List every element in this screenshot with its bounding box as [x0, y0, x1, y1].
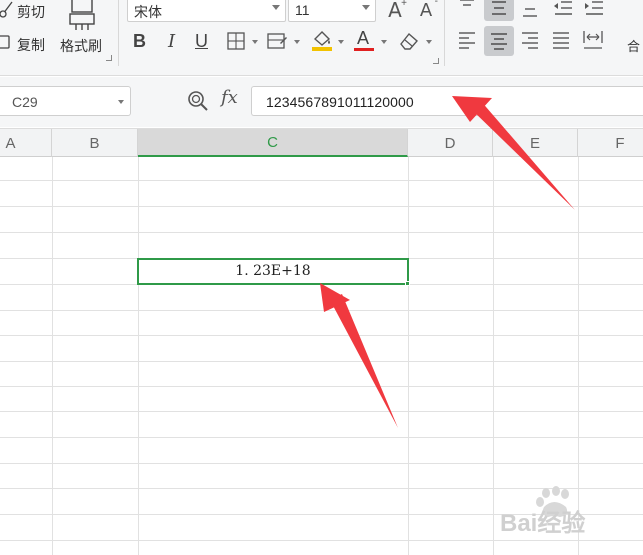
copy-button[interactable]: 复制 — [17, 35, 45, 55]
group-divider — [118, 0, 119, 66]
gridline — [0, 310, 643, 311]
format-painter-icon[interactable] — [67, 0, 97, 30]
cut-button[interactable]: 剪切 — [17, 2, 45, 22]
gridline — [138, 157, 139, 555]
gridline — [0, 335, 643, 336]
fill-color-icon[interactable] — [310, 28, 334, 52]
increase-indent-icon[interactable] — [583, 0, 605, 18]
group-divider — [444, 0, 445, 66]
fill-color-dropdown-icon[interactable] — [338, 40, 344, 44]
gridline — [0, 540, 643, 541]
column-header-d[interactable]: D — [408, 129, 493, 157]
gridline — [0, 361, 643, 362]
italic-button[interactable]: I — [168, 31, 175, 52]
font-name-value: 宋体 — [134, 4, 162, 20]
scissors-icon[interactable] — [0, 1, 14, 19]
eraser-icon[interactable] — [397, 30, 421, 52]
gridline — [0, 437, 643, 438]
zoom-search-icon[interactable] — [186, 89, 210, 113]
chevron-down-icon — [272, 5, 280, 10]
baidu-jingyan-watermark: Bai经验 — [470, 485, 620, 537]
column-header-row: A B C D E F — [0, 128, 643, 157]
align-right-icon[interactable] — [520, 30, 540, 50]
copy-icon[interactable] — [0, 34, 12, 50]
clipboard-group-launcher-icon[interactable] — [106, 55, 112, 61]
formula-bar: C29 fx 1234567891011120000 — [0, 77, 643, 127]
gridline — [0, 232, 643, 233]
format-painter-button[interactable]: 格式刷 — [60, 36, 102, 56]
bold-button[interactable]: B — [133, 31, 146, 52]
font-color-bar — [354, 48, 374, 51]
chevron-down-icon — [362, 5, 370, 10]
column-header-a[interactable]: A — [0, 129, 52, 157]
font-size-value: 11 — [295, 2, 310, 18]
insert-function-button[interactable]: fx — [221, 87, 238, 108]
gridline — [52, 157, 53, 555]
distributed-align-icon[interactable] — [582, 29, 604, 51]
align-center-icon[interactable] — [489, 31, 509, 51]
column-header-e[interactable]: E — [493, 129, 578, 157]
active-cell-value: 1. 23E+18 — [235, 263, 311, 279]
align-top-icon[interactable] — [458, 0, 476, 16]
decrease-font-size-icon[interactable]: A - — [414, 0, 438, 22]
align-middle-icon[interactable] — [489, 0, 509, 18]
column-header-f[interactable]: F — [578, 129, 643, 157]
clear-dropdown-icon[interactable] — [426, 40, 432, 44]
font-size-dropdown[interactable]: 11 — [288, 0, 376, 22]
chevron-down-icon[interactable] — [118, 100, 124, 104]
border-dropdown-icon[interactable] — [252, 40, 258, 44]
cell-format-icon[interactable] — [266, 31, 288, 51]
font-group-launcher-icon[interactable] — [433, 58, 439, 64]
fill-handle[interactable] — [405, 281, 410, 286]
gridline — [0, 180, 643, 181]
decrease-font-glyph: A — [419, 0, 433, 21]
gridline — [408, 157, 409, 555]
merge-center-button[interactable]: 合 — [627, 36, 640, 55]
font-color-icon[interactable]: A — [352, 28, 376, 52]
justify-icon[interactable] — [551, 30, 571, 50]
ribbon-toolbar: 剪切 复制 格式刷 宋体 11 A + A - B I U A 合 — [0, 0, 643, 76]
gridline — [0, 206, 643, 207]
gridline — [0, 386, 643, 387]
font-color-glyph: A — [357, 28, 370, 48]
name-box[interactable]: C29 — [0, 86, 131, 116]
align-bottom-icon[interactable] — [520, 0, 540, 20]
active-cell[interactable]: 1. 23E+18 — [137, 258, 409, 285]
gridline — [0, 411, 643, 412]
formula-input[interactable]: 1234567891011120000 — [251, 86, 643, 116]
watermark-text: Bai经验 — [500, 510, 586, 537]
border-icon[interactable] — [226, 31, 246, 51]
decrease-indent-icon[interactable] — [552, 0, 574, 18]
formula-input-value: 1234567891011120000 — [266, 94, 414, 110]
font-name-dropdown[interactable]: 宋体 — [127, 0, 286, 22]
increase-font-size-icon[interactable]: A + — [383, 0, 407, 22]
increase-font-glyph: A — [388, 0, 402, 22]
underline-button[interactable]: U — [195, 31, 208, 52]
column-header-c[interactable]: C — [138, 129, 408, 157]
column-header-b[interactable]: B — [52, 129, 138, 157]
name-box-value: C29 — [12, 94, 38, 110]
cell-format-dropdown-icon[interactable] — [294, 40, 300, 44]
align-left-icon[interactable] — [457, 30, 477, 50]
gridline — [0, 463, 643, 464]
font-color-dropdown-icon[interactable] — [381, 40, 387, 44]
